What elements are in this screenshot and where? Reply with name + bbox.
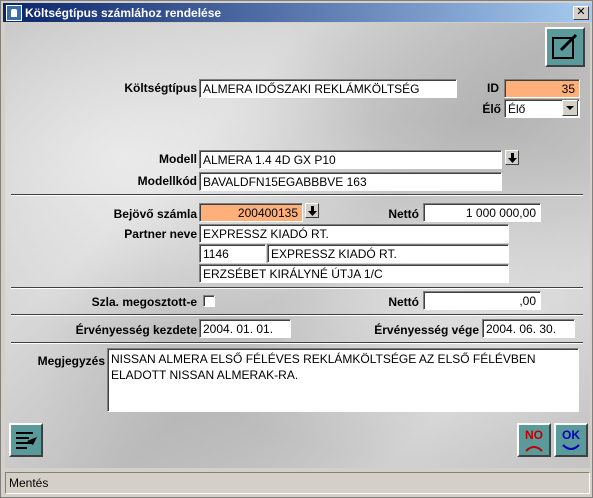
ok-button[interactable]: OK: [554, 423, 588, 457]
net-label-2: Nettó: [388, 295, 419, 309]
list-button[interactable]: [9, 423, 43, 457]
incoming-invoice-label: Bejövő számla: [113, 207, 197, 221]
model-lookup-button[interactable]: [505, 150, 519, 165]
alive-dropdown-button[interactable]: [562, 100, 578, 116]
separator: [11, 287, 583, 289]
edit-button[interactable]: [545, 27, 585, 67]
model-field[interactable]: ALMERA 1.4 4D GX P10: [199, 150, 502, 169]
sad-face-icon: NO: [525, 428, 543, 452]
separator: [11, 342, 583, 344]
net-amount-field[interactable]: 1 000 000,00: [423, 203, 541, 222]
invoice-lookup-button[interactable]: [305, 203, 319, 218]
incoming-invoice-field[interactable]: 200400135: [199, 203, 303, 222]
close-button[interactable]: ✕: [573, 5, 589, 20]
edit-icon: [552, 33, 578, 59]
model-label: Modell: [159, 152, 197, 166]
cancel-button[interactable]: NO: [517, 423, 551, 457]
ok-button-label: OK: [562, 428, 580, 442]
valid-from-label: Érvényesség kezdete: [75, 323, 197, 337]
separator: [11, 194, 583, 196]
cost-type-field[interactable]: ALMERA IDŐSZAKI REKLÁMKÖLTSÉG: [199, 79, 457, 98]
alive-select-value: Élő: [508, 102, 526, 116]
id-label: ID: [487, 81, 499, 95]
net-amount-field-2[interactable]: ,00: [423, 291, 541, 310]
title-bar: Költségtípus számlához rendelése ✕: [3, 3, 592, 22]
model-code-label: Modellkód: [137, 174, 197, 188]
app-icon: [6, 4, 22, 21]
alive-label: Élő: [482, 102, 501, 116]
valid-from-field[interactable]: 2004. 01. 01.: [199, 319, 291, 338]
invoice-shared-checkbox[interactable]: [203, 295, 215, 307]
partner-address-field[interactable]: ERZSÉBET KIRÁLYNÉ ÚTJA 1/C: [199, 264, 509, 283]
id-field[interactable]: 35: [504, 79, 580, 98]
list-edit-icon: [16, 432, 37, 449]
valid-to-field[interactable]: 2004. 06. 30.: [482, 319, 575, 338]
arrow-down-icon: [507, 152, 517, 163]
dialog-window: Költségtípus számlához rendelése ✕ Költs…: [0, 0, 593, 498]
note-textarea[interactable]: NISSAN ALMERA ELSŐ FÉLÉVES REKLÁMKÖLTSÉG…: [107, 348, 579, 412]
partner-name-label: Partner neve: [124, 227, 197, 241]
net-label: Nettó: [388, 207, 419, 221]
cancel-button-label: NO: [525, 428, 543, 442]
partner-name-field[interactable]: EXPRESSZ KIADÓ RT.: [199, 224, 509, 243]
note-label: Megjegyzés: [37, 354, 105, 368]
chevron-down-icon: [566, 105, 574, 110]
partner-name2-field[interactable]: EXPRESSZ KIADÓ RT.: [267, 244, 509, 263]
separator: [11, 314, 583, 316]
status-bar: Mentés: [5, 472, 590, 494]
invoice-shared-label: Szla. megosztott-e: [91, 295, 197, 309]
valid-to-label: Érvényesség vége: [374, 323, 479, 337]
window-title: Költségtípus számlához rendelése: [25, 5, 222, 20]
partner-zip-field[interactable]: 1146: [199, 244, 266, 263]
arrow-down-icon: [307, 205, 317, 216]
cost-type-label: Költségtípus: [124, 81, 197, 95]
smiley-icon: OK: [562, 428, 580, 450]
model-code-field[interactable]: BAVALDFN15EGABBBVE 163: [199, 172, 502, 191]
